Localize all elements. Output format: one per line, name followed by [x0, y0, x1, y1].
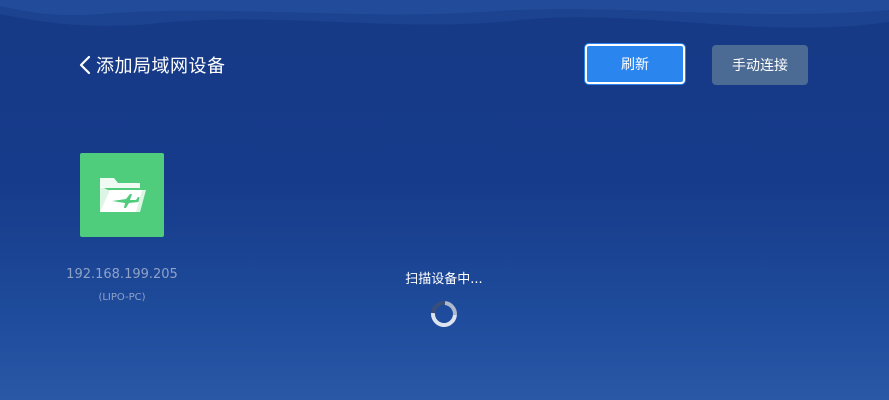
folder-plane-icon — [100, 178, 146, 212]
device-item[interactable]: 192.168.199.205 (LIPO-PC) — [60, 153, 184, 303]
device-ip: 192.168.199.205 — [66, 267, 178, 282]
scan-status: 扫描设备中... — [344, 268, 544, 333]
page-title: 添加局域网设备 — [96, 56, 226, 77]
device-name: (LIPO-PC) — [98, 292, 146, 303]
chevron-left-icon — [79, 55, 91, 75]
refresh-button[interactable]: 刷新 — [585, 44, 685, 84]
device-tile[interactable] — [80, 153, 164, 237]
manual-connect-button[interactable]: 手动连接 — [712, 45, 808, 85]
header-bar: 添加局域网设备 刷新 手动连接 — [0, 0, 889, 110]
scan-status-text: 扫描设备中... — [405, 272, 483, 287]
back-button[interactable]: 添加局域网设备 — [78, 52, 226, 78]
loading-spinner-icon — [425, 295, 463, 333]
